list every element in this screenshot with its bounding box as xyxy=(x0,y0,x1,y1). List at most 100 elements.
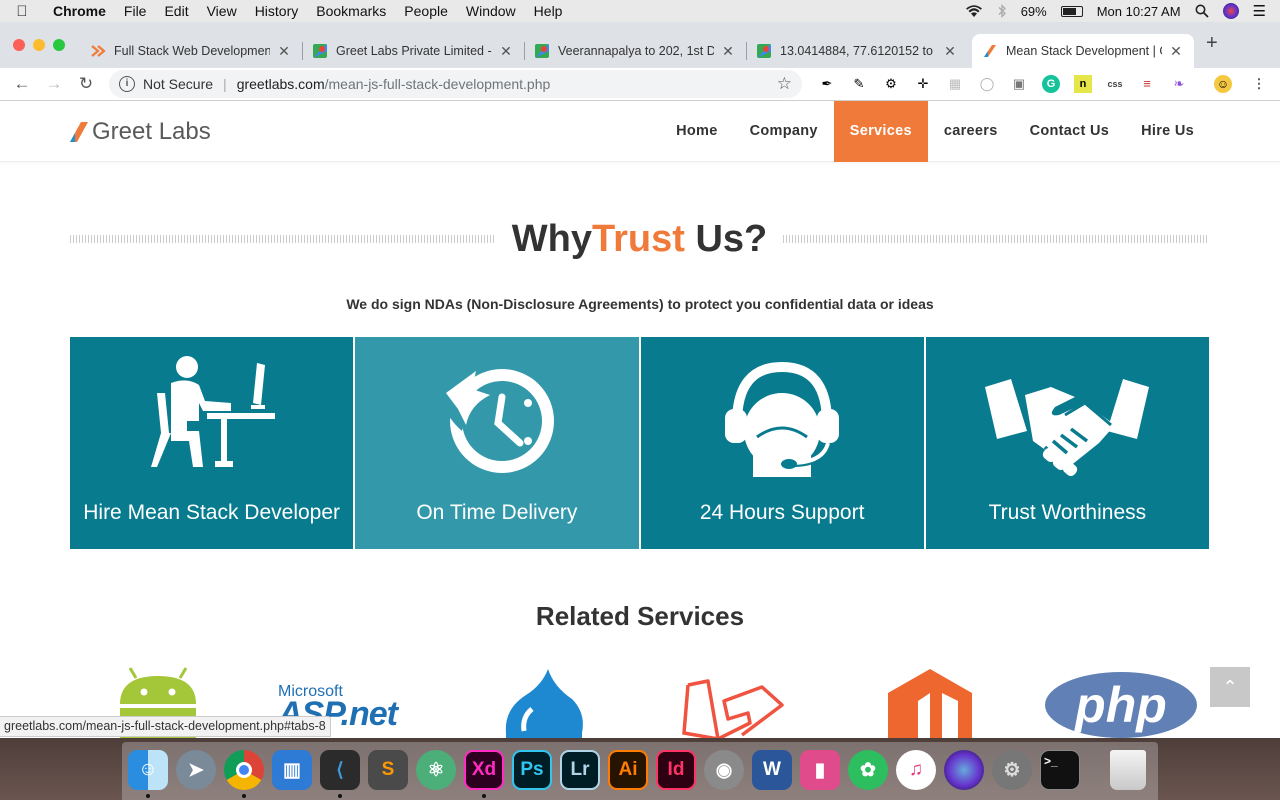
running-indicator xyxy=(146,794,150,798)
profile-avatar-icon[interactable]: ☺ xyxy=(1214,75,1232,93)
tab-close-icon[interactable]: ✕ xyxy=(942,43,958,60)
web-page: Greet Labs Home Company Services careers… xyxy=(0,101,1280,738)
greet-labs-logo[interactable]: Greet Labs xyxy=(70,118,211,146)
running-indicator xyxy=(482,794,486,798)
php-text: php xyxy=(1075,677,1167,733)
feature-box-hire-developer[interactable]: Hire Mean Stack Developer xyxy=(70,337,354,549)
chrome-menu-icon[interactable]: ⋮ xyxy=(1250,75,1268,93)
reload-icon[interactable]: ↻ xyxy=(70,74,102,94)
extension-css-icon[interactable]: css xyxy=(1106,75,1124,93)
chrome-icon[interactable] xyxy=(224,750,264,790)
extension-ring-icon[interactable]: ◯ xyxy=(978,75,996,93)
nav-contact-us[interactable]: Contact Us xyxy=(1014,101,1126,162)
clock-icon xyxy=(439,369,554,473)
cleanmymac-icon[interactable]: ▮ xyxy=(800,750,840,790)
tab-close-icon[interactable]: ✕ xyxy=(498,43,514,60)
extension-notes-icon[interactable]: n xyxy=(1074,75,1092,93)
menu-view[interactable]: View xyxy=(198,3,246,19)
close-window-button[interactable] xyxy=(13,39,25,51)
menu-people[interactable]: People xyxy=(395,3,457,19)
launchpad-icon[interactable]: ➤ xyxy=(176,750,216,790)
extension-gear-icon[interactable]: ⚙ xyxy=(882,75,900,93)
back-arrow-icon[interactable]: ← xyxy=(6,74,38,94)
itunes-icon[interactable]: ♫ xyxy=(896,750,936,790)
illustrator-icon[interactable]: Ai xyxy=(608,750,648,790)
drupal-logo[interactable] xyxy=(502,669,586,738)
extension-grid-icon[interactable]: ▦ xyxy=(946,75,964,93)
bookmark-star-icon[interactable]: ☆ xyxy=(777,74,792,94)
scroll-to-top-button[interactable]: ⌃ xyxy=(1210,667,1250,707)
evernote-icon[interactable]: ✿ xyxy=(848,750,888,790)
new-tab-button[interactable]: + xyxy=(1206,32,1218,55)
tab-close-icon[interactable]: ✕ xyxy=(1168,43,1184,60)
feature-box-24-hours-support[interactable]: 24 Hours Support xyxy=(640,337,924,549)
menu-bookmarks[interactable]: Bookmarks xyxy=(307,3,395,19)
indesign-icon[interactable]: Id xyxy=(656,750,696,790)
wifi-icon[interactable] xyxy=(965,4,983,18)
menu-history[interactable]: History xyxy=(246,3,308,19)
extension-camera-icon[interactable]: ▣ xyxy=(1010,75,1028,93)
battery-icon[interactable] xyxy=(1060,5,1083,17)
extension-pen-icon[interactable]: ✒ xyxy=(818,75,836,93)
tab-greet-labs[interactable]: Greet Labs Private Limited - ✕ xyxy=(302,34,524,68)
adobe-xd-icon[interactable]: Xd xyxy=(464,750,504,790)
terminal-icon[interactable]: >_ xyxy=(1040,750,1080,790)
keynote-icon[interactable]: ▥ xyxy=(272,750,312,790)
heading-rule-left xyxy=(70,235,496,243)
finder-icon[interactable]: ☺ xyxy=(128,750,168,790)
php-logo[interactable]: php xyxy=(1045,672,1197,738)
atom-icon[interactable]: ⚛ xyxy=(416,750,456,790)
siri-icon[interactable] xyxy=(1222,3,1239,19)
koala-icon[interactable]: ◉ xyxy=(704,750,744,790)
forward-arrow-icon[interactable]: → xyxy=(38,74,70,94)
laravel-logo[interactable] xyxy=(682,679,786,738)
tab-full-stack[interactable]: Full Stack Web Developmen ✕ xyxy=(80,34,302,68)
vs-code-icon[interactable]: ⟨ xyxy=(320,750,360,790)
extension-feather-icon[interactable]: ❧ xyxy=(1170,75,1188,93)
url-path[interactable]: /mean-js-full-stack-development.php xyxy=(325,76,551,92)
apple-menu-icon[interactable]:  xyxy=(0,3,44,20)
menu-help[interactable]: Help xyxy=(525,3,572,19)
nav-services[interactable]: Services xyxy=(833,101,928,162)
feature-box-on-time-delivery[interactable]: On Time Delivery xyxy=(355,337,639,549)
magento-logo[interactable] xyxy=(888,669,972,738)
extension-lines-icon[interactable]: ≡ xyxy=(1138,75,1156,93)
word-icon[interactable]: W xyxy=(752,750,792,790)
nda-statement: We do sign NDAs (Non-Disclosure Agreemen… xyxy=(346,296,934,312)
extension-move-icon[interactable]: ✛ xyxy=(914,75,932,93)
lightroom-icon[interactable]: Lr xyxy=(560,750,600,790)
photoshop-icon[interactable]: Ps xyxy=(512,750,552,790)
chrome-tab-strip: Full Stack Web Developmen ✕ Greet Labs P… xyxy=(0,22,1280,68)
tab-mean-stack-active[interactable]: Mean Stack Development | G ✕ xyxy=(972,34,1194,68)
extension-grammarly-icon[interactable]: G xyxy=(1042,75,1060,93)
system-preferences-icon[interactable]: ⚙ xyxy=(992,750,1032,790)
bluetooth-icon[interactable] xyxy=(997,4,1007,18)
security-label[interactable]: Not Secure xyxy=(143,76,213,92)
menu-file[interactable]: File xyxy=(115,3,156,19)
nav-home[interactable]: Home xyxy=(660,101,734,162)
menu-app-chrome[interactable]: Chrome xyxy=(44,3,115,19)
info-icon[interactable]: i xyxy=(119,76,135,92)
notification-center-icon[interactable]: ☰ xyxy=(1253,2,1266,20)
address-bar[interactable]: i Not Secure | greetlabs.com/mean-js-ful… xyxy=(109,70,802,98)
menu-window[interactable]: Window xyxy=(457,3,525,19)
zoom-window-button[interactable] xyxy=(53,39,65,51)
tab-coordinates[interactable]: 13.0414884, 77.6120152 to ✕ xyxy=(746,34,968,68)
nav-company[interactable]: Company xyxy=(734,101,834,162)
nav-hire-us[interactable]: Hire Us xyxy=(1125,101,1210,162)
menu-edit[interactable]: Edit xyxy=(155,3,197,19)
spotlight-search-icon[interactable] xyxy=(1195,4,1209,18)
tab-veerannapalya[interactable]: Veerannapalya to 202, 1st D ✕ xyxy=(524,34,746,68)
trash-icon[interactable] xyxy=(1110,750,1146,790)
feature-box-trust-worthiness[interactable]: Trust Worthiness xyxy=(925,337,1209,549)
sublime-text-icon[interactable]: S xyxy=(368,750,408,790)
minimize-window-button[interactable] xyxy=(33,39,45,51)
tab-close-icon[interactable]: ✕ xyxy=(720,43,736,60)
url-domain[interactable]: greetlabs.com xyxy=(237,76,325,92)
extension-eyedropper-icon[interactable]: ✎ xyxy=(850,75,868,93)
google-maps-favicon-icon xyxy=(535,44,549,58)
nav-careers[interactable]: careers xyxy=(928,101,1014,162)
tab-close-icon[interactable]: ✕ xyxy=(276,43,292,60)
siri-icon[interactable] xyxy=(944,750,984,790)
menubar-clock[interactable]: Mon 10:27 AM xyxy=(1097,4,1181,19)
